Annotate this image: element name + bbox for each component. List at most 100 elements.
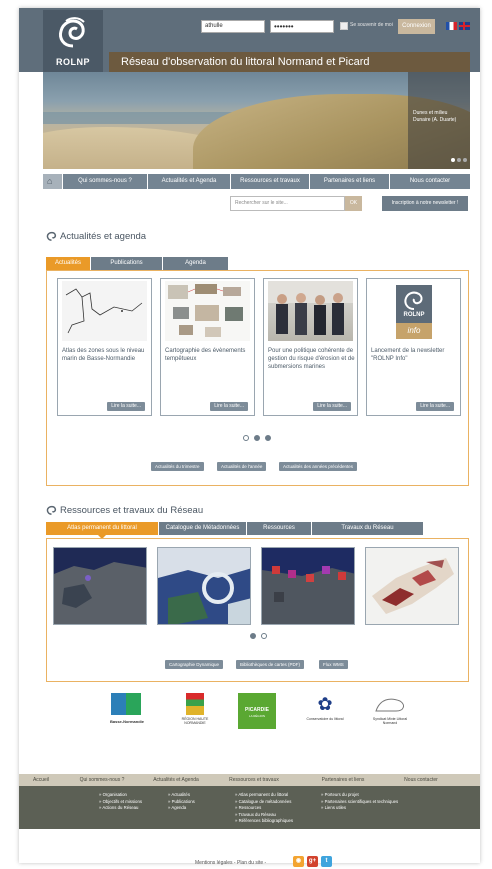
read-more-button[interactable]: Lire la suite...	[416, 402, 454, 411]
atlas-grid-thumb[interactable]	[261, 547, 355, 625]
footer-col-qui-sommes-nous: » Organisation » Objectifs et missions »…	[99, 792, 142, 812]
news-archives-link[interactable]: Actualités des années précédentes	[279, 462, 358, 471]
footer-col-ressources: » Atlas permanent du littoral » Catalogu…	[235, 792, 293, 825]
satellite-map-icon	[158, 548, 250, 624]
news-section-title: Actualités et agenda	[46, 231, 146, 242]
resources-title-text: Ressources et travaux du Réseau	[60, 505, 204, 517]
main-nav: ⌂ Qui sommes-nous ? Actualités et Agenda…	[43, 174, 470, 189]
slide-dot[interactable]	[457, 158, 461, 162]
nav-item-actualites[interactable]: Actualités et Agenda	[148, 174, 231, 189]
partner-label: Syndicat Mixte Littoral Normand	[372, 717, 408, 725]
bibliotheque-cartes-link[interactable]: Bibliothèques de cartes (PDF)	[236, 660, 305, 669]
google-plus-icon[interactable]: g+	[307, 856, 318, 867]
erosion-map-icon	[372, 558, 454, 614]
login-button[interactable]: Connexion	[398, 19, 435, 34]
news-title-text: Actualités et agenda	[60, 231, 147, 243]
logo-text: ROLNP	[403, 312, 425, 318]
search-input[interactable]: Rechercher sur le site...	[230, 196, 345, 211]
tab-agenda[interactable]: Agenda	[163, 257, 228, 270]
footer-nav-actualites[interactable]: Actualités et Agenda	[141, 774, 211, 786]
french-flag-icon[interactable]	[446, 22, 457, 30]
read-more-button[interactable]: Lire la suite...	[107, 402, 145, 411]
nav-home[interactable]: ⌂	[43, 174, 63, 189]
partner-sublabel: LA RÉGION	[248, 714, 266, 718]
twitter-icon[interactable]: t	[321, 856, 332, 867]
slide-dot[interactable]	[451, 158, 455, 162]
footer-link[interactable]: » Actions du Réseau	[99, 805, 142, 812]
carousel-dot-active[interactable]	[265, 435, 271, 441]
tab-atlas[interactable]: Atlas permanent du littoral	[46, 522, 158, 539]
carousel-dot-active[interactable]	[250, 633, 256, 639]
banner-caption: Dunes et milieu Dunaire (A. Duarte)	[413, 110, 457, 123]
atlas-erosion-thumb[interactable]	[365, 547, 459, 625]
remember-me-checkbox[interactable]	[340, 22, 348, 30]
atlas-map-thumb[interactable]	[53, 547, 147, 625]
bottom-bar: Mentions légales - Plan du site - ◉ g+ t	[19, 829, 480, 867]
partner-conservatoire-logo[interactable]: ✿ Conservatoire du littoral	[306, 693, 344, 729]
site-frame: ROLNP athulle ••••••• Se souvenir de moi…	[19, 8, 480, 863]
site-logo[interactable]: ROLNP	[43, 10, 103, 74]
username-input[interactable]: athulle	[201, 20, 265, 33]
atlas-satellite-thumb[interactable]	[157, 547, 251, 625]
bottom-links: Mentions légales - Plan du site -	[195, 860, 266, 866]
news-card[interactable]: Cartographie des évènements tempêtueux L…	[160, 278, 255, 416]
password-input[interactable]: •••••••	[270, 20, 334, 33]
footer-link[interactable]: » Atlas permanent du littoral	[235, 792, 293, 799]
legal-link[interactable]: Mentions légales	[195, 860, 233, 866]
footer-nav-accueil[interactable]: Accueil	[19, 774, 63, 786]
footer-nav-contact[interactable]: Nous contacter	[389, 774, 453, 786]
resources-section-title: Ressources et travaux du Réseau	[46, 505, 203, 516]
footer-nav-partenaires[interactable]: Partenaires et liens	[297, 774, 389, 786]
spiral-icon	[46, 231, 57, 241]
carousel-dot[interactable]	[243, 435, 249, 441]
sitemap-link[interactable]: Plan du site	[237, 860, 263, 866]
read-more-button[interactable]: Lire la suite...	[313, 402, 351, 411]
news-annee-link[interactable]: Actualités de l'année	[217, 462, 267, 471]
footer-nav-qui-sommes-nous[interactable]: Qui sommes-nous ?	[63, 774, 141, 786]
nav-item-contact[interactable]: Nous contacter	[390, 174, 470, 189]
footer-link[interactable]: » Liens utiles	[321, 805, 398, 812]
region-shield-icon	[186, 693, 204, 715]
tab-actualites[interactable]: Actualités	[46, 257, 90, 274]
news-trimestre-link[interactable]: Actualités du trimestre	[151, 462, 204, 471]
conservatoire-emblem-icon: ✿	[317, 694, 333, 714]
nav-item-ressources[interactable]: Ressources et travaux	[231, 174, 310, 189]
nav-item-qui-sommes-nous[interactable]: Qui sommes-nous ?	[63, 174, 148, 189]
read-more-button[interactable]: Lire la suite...	[210, 402, 248, 411]
news-card-title: Atlas des zones sous le niveau marin de …	[62, 348, 145, 362]
partner-label: PICARDIE	[245, 707, 269, 713]
carousel-dot-active[interactable]	[254, 435, 260, 441]
news-card[interactable]: Pour une politique cohérente de gestion …	[263, 278, 358, 416]
banner-slideshow[interactable]: Dunes et milieu Dunaire (A. Duarte)	[43, 72, 470, 169]
footer-link[interactable]: » Références bibliographiques	[235, 818, 293, 825]
footer-link[interactable]: » Agenda	[168, 805, 195, 812]
newsletter-signup-button[interactable]: Inscription à notre newsletter !	[382, 196, 468, 211]
search-button[interactable]: OK	[345, 196, 362, 211]
tab-catalogue[interactable]: Catalogue de Métadonnées	[159, 522, 246, 535]
tab-ressources[interactable]: Ressources	[247, 522, 311, 535]
logo-text: ROLNP	[56, 57, 90, 67]
partner-basse-normandie-logo[interactable]: Basse-Normandie	[103, 693, 151, 729]
carousel-dot[interactable]	[261, 633, 267, 639]
nav-item-partenaires[interactable]: Partenaires et liens	[310, 174, 390, 189]
cartographie-dynamique-link[interactable]: Cartographie Dynamique	[165, 660, 224, 669]
footer-nav-ressources[interactable]: Ressources et travaux	[211, 774, 297, 786]
rss-icon[interactable]: ◉	[293, 856, 304, 867]
tab-travaux[interactable]: Travaux du Réseau	[312, 522, 423, 535]
partner-syndicat-logo[interactable]: Syndicat Mixte Littoral Normand	[370, 693, 410, 729]
flux-wms-link[interactable]: Flux WMS	[319, 660, 348, 669]
news-card[interactable]: Atlas des zones sous le niveau marin de …	[57, 278, 152, 416]
spiral-logo-icon	[404, 291, 423, 310]
partner-picardie-logo[interactable]: PICARDIE LA RÉGION	[238, 693, 276, 729]
separator: -	[264, 860, 267, 866]
separator: -	[233, 860, 236, 866]
resources-tabs: Atlas permanent du littoral Catalogue de…	[46, 522, 424, 539]
tab-publications[interactable]: Publications	[91, 257, 162, 270]
partner-haute-normandie-logo[interactable]: RÉGION HAUTE NORMANDIE	[182, 693, 208, 729]
people-photo-icon	[268, 281, 353, 335]
footer-col-partenaires: » Porteurs du projet » Partenaires scien…	[321, 792, 398, 812]
uk-flag-icon[interactable]	[459, 22, 470, 30]
slide-dot[interactable]	[463, 158, 467, 162]
coast-map-icon	[54, 548, 146, 624]
news-card[interactable]: ROLNP info Lancement de la newsletter "R…	[366, 278, 461, 416]
